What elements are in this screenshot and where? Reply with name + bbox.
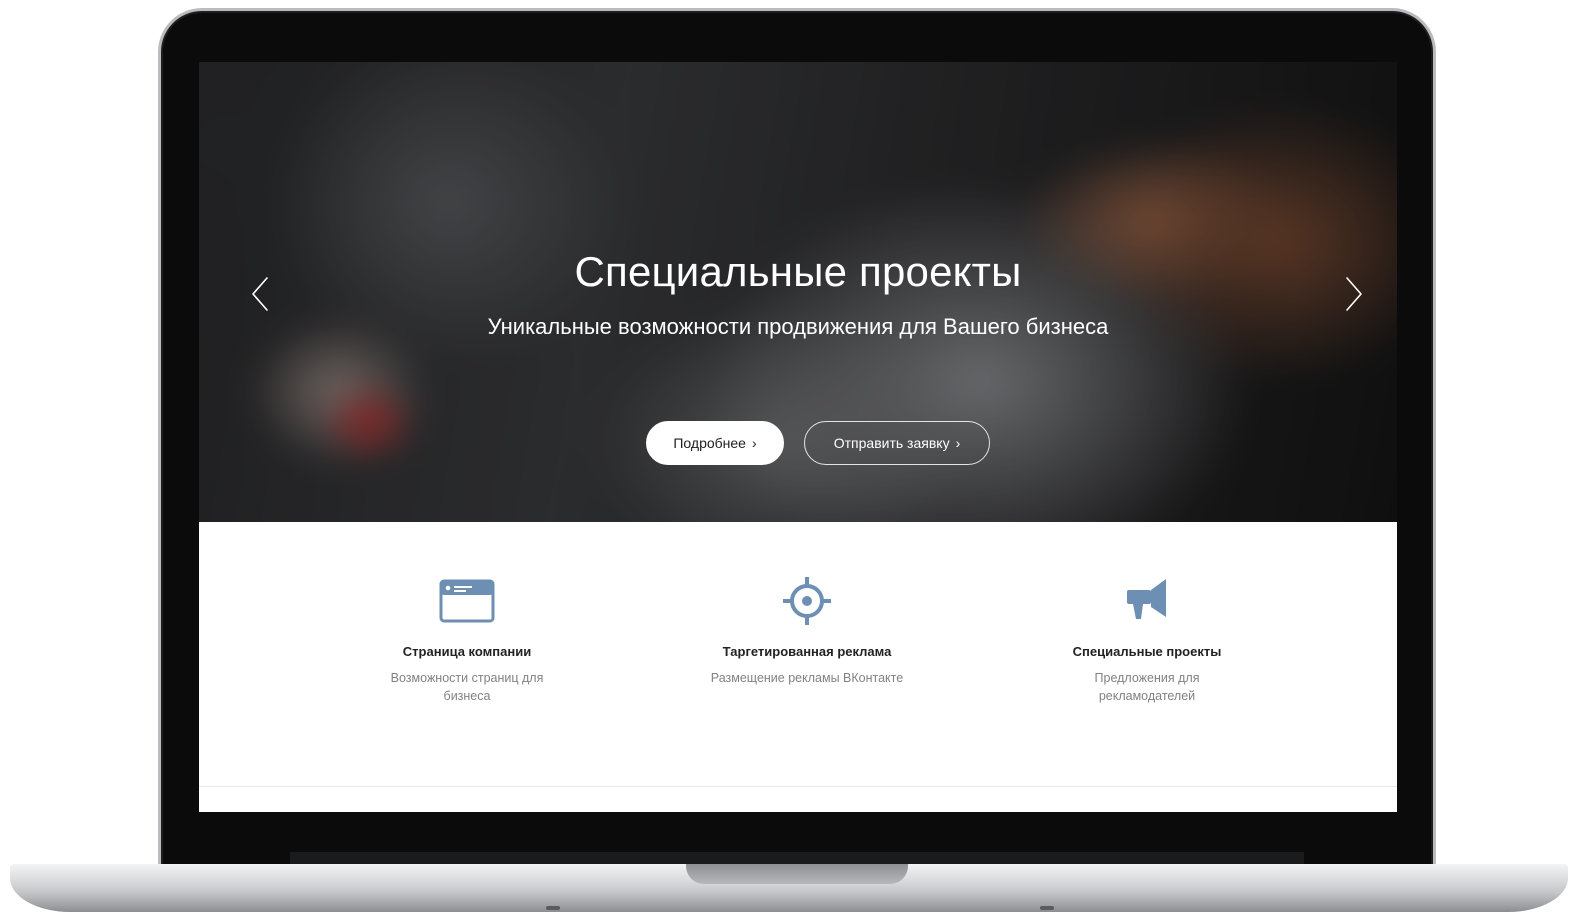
feature-targeted-ads[interactable]: Таргетированная реклама Размещение рекла… [707, 576, 907, 687]
feature-description: Возможности страниц для бизнеса [390, 671, 544, 703]
feature-special-projects[interactable]: Специальные проекты Предложения для рекл… [1047, 576, 1247, 705]
browser-window-icon [439, 579, 495, 623]
feature-description: Предложения для рекламодателей [1094, 671, 1200, 703]
more-info-button[interactable]: Подробнее › [646, 421, 784, 465]
target-crosshair-icon [783, 577, 831, 625]
hero-subtitle: Уникальные возможности продвижения для В… [487, 314, 1109, 339]
feature-description: Размещение рекламы ВКонтакте [710, 671, 904, 685]
laptop-bezel-bottom [290, 852, 1304, 864]
feature-title: Специальные проекты [1072, 644, 1222, 659]
submit-request-button[interactable]: Отправить заявку › [804, 421, 990, 465]
chevron-right-icon: › [751, 435, 757, 451]
megaphone-icon [1127, 579, 1166, 619]
section-divider [199, 786, 1397, 787]
laptop-screen: Специальные проекты Уникальные возможнос… [199, 62, 1397, 812]
chevron-right-icon: › [955, 435, 961, 451]
laptop-notch [686, 864, 908, 884]
feature-title: Таргетированная реклама [722, 644, 892, 659]
hero-title: Специальные проекты [574, 248, 1022, 295]
feature-company-page[interactable]: Страница компании Возможности страниц дл… [367, 576, 567, 705]
features-section: Страница компании Возможности страниц дл… [199, 522, 1397, 812]
feature-title: Страница компании [402, 644, 532, 659]
submit-request-button-label: Отправить заявку [833, 435, 950, 451]
laptop-foot [1040, 906, 1054, 910]
more-info-button-label: Подробнее [673, 435, 746, 451]
hero-banner: Специальные проекты Уникальные возможнос… [199, 62, 1397, 522]
laptop-foot [546, 906, 560, 910]
